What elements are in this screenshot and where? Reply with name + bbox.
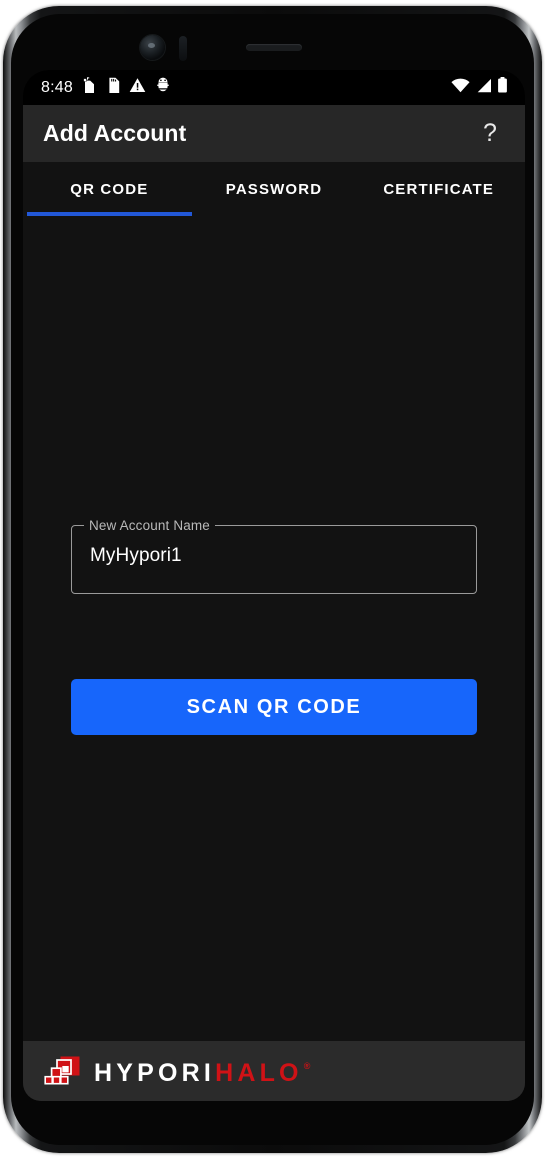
scan-qr-code-button[interactable]: SCAN QR CODE	[71, 679, 477, 735]
hypori-squares-logo-icon	[44, 1055, 81, 1093]
camera-lens-glint	[148, 43, 155, 48]
brand-name-hypori: HYPORI	[94, 1059, 216, 1087]
account-name-input[interactable]	[90, 545, 460, 567]
help-icon[interactable]: ?	[473, 117, 507, 151]
warning-triangle-icon	[129, 77, 146, 98]
status-bar: 8:48	[23, 70, 525, 105]
status-bar-right-group	[451, 77, 508, 98]
earpiece-speaker	[246, 44, 302, 51]
phone-device-frame: 8:48 Add Account ? QR CODE PASSWORD CERT…	[3, 6, 542, 1153]
cellular-signal-icon	[475, 78, 492, 98]
wifi-icon	[451, 78, 470, 98]
status-bar-left-group: 8:48	[41, 76, 171, 99]
phone-screen: 8:48 Add Account ? QR CODE PASSWORD CERT…	[23, 70, 525, 1101]
brand-wordmark: HYPORI HALO ®	[94, 1061, 310, 1086]
page-title: Add Account	[43, 120, 187, 146]
tab-certificate[interactable]: CERTIFICATE	[356, 162, 521, 216]
sim-card-alert-icon	[82, 76, 97, 99]
tab-bar: QR CODE PASSWORD CERTIFICATE	[23, 162, 525, 216]
battery-full-icon	[497, 77, 508, 98]
footer-brand-bar: HYPORI HALO ®	[23, 1041, 525, 1101]
tab-qr-code[interactable]: QR CODE	[27, 162, 192, 216]
tab-password[interactable]: PASSWORD	[192, 162, 357, 216]
adb-debug-icon	[155, 77, 171, 98]
account-name-field-notch: New Account Name	[84, 517, 215, 533]
tab-qr-code-label: QR CODE	[70, 181, 149, 198]
brand-name-halo: HALO	[215, 1059, 303, 1087]
account-name-label: New Account Name	[89, 517, 210, 533]
tab-password-label: PASSWORD	[225, 181, 323, 198]
tab-certificate-label: CERTIFICATE	[383, 181, 495, 198]
main-content: New Account Name SCAN QR CODE	[23, 216, 525, 1101]
status-clock: 8:48	[41, 78, 73, 96]
registered-trademark-mark: ®	[303, 1061, 311, 1071]
proximity-sensor	[179, 36, 187, 61]
app-bar: Add Account ?	[23, 105, 525, 162]
sd-card-icon	[106, 77, 120, 99]
account-name-field[interactable]: New Account Name	[71, 517, 477, 594]
brand-lockup: HYPORI HALO ®	[44, 1055, 310, 1093]
